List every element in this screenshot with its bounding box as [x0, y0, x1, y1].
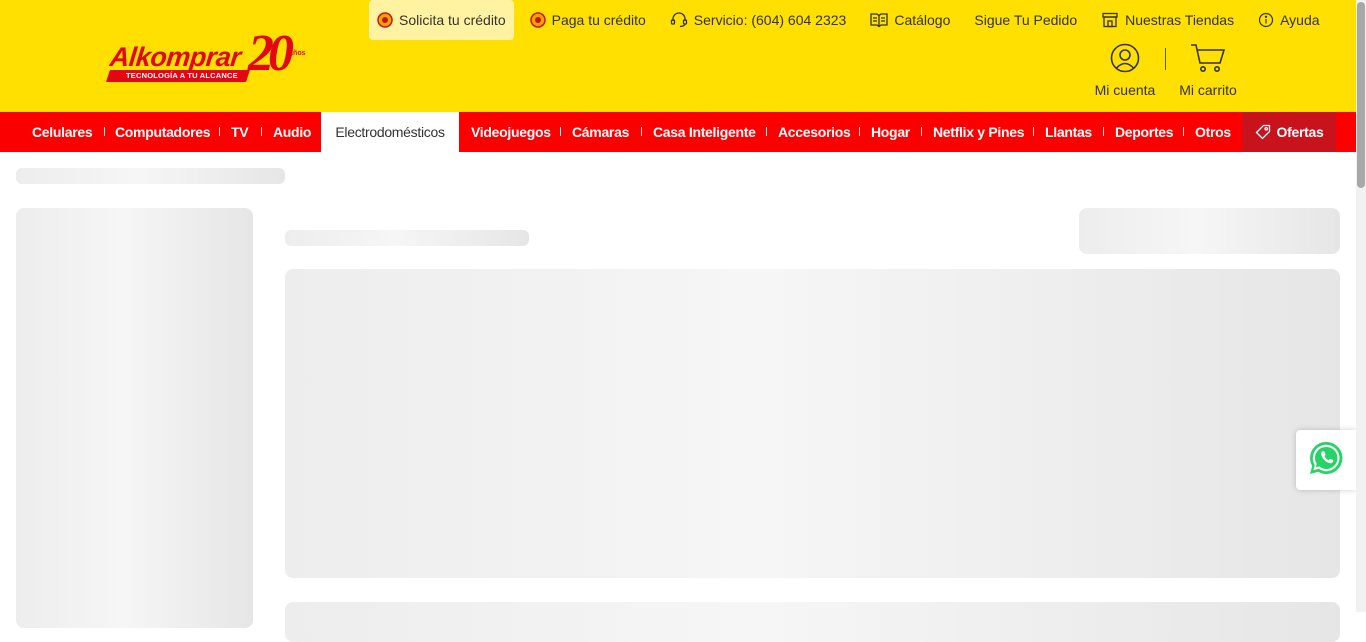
- catalog-link[interactable]: Catálogo: [870, 0, 950, 40]
- category-electrodomesticos[interactable]: Electrodomésticos: [321, 112, 459, 152]
- category-casa-inteligente[interactable]: Casa Inteligente: [653, 112, 756, 152]
- banner-skeleton: [285, 269, 1340, 578]
- anniversary-label: Años: [288, 50, 306, 57]
- request-credit-label: Solicita tu crédito: [399, 12, 506, 28]
- whatsapp-button[interactable]: [1296, 430, 1356, 490]
- category-separator: [921, 127, 922, 136]
- anniversary-number: 20: [248, 25, 294, 82]
- category-tv[interactable]: TV: [231, 112, 249, 152]
- pay-credit-label: Paga tu crédito: [551, 12, 646, 28]
- category-separator: [560, 127, 561, 136]
- category-separator: [766, 127, 767, 136]
- stores-link[interactable]: Nuestras Tiendas: [1101, 0, 1234, 40]
- page-title-skeleton: [285, 230, 529, 246]
- product-grid-skeleton: [285, 602, 1340, 642]
- help-label: Ayuda: [1280, 12, 1320, 28]
- filter-sidebar-skeleton: [16, 208, 253, 628]
- service-phone-label: Servicio: (604) 604 2323: [693, 12, 847, 28]
- credit-badge-icon: [377, 12, 393, 28]
- info-icon: [1258, 12, 1274, 28]
- request-credit-link[interactable]: Solicita tu crédito: [369, 0, 514, 40]
- brand-tagline: TECNOLOGÍA A TU ALCANCE: [126, 71, 238, 80]
- my-cart-label: Mi carrito: [1179, 82, 1237, 98]
- category-netflix-pines[interactable]: Netflix y Pines: [933, 112, 1025, 152]
- track-order-label: Sigue Tu Pedido: [974, 12, 1078, 28]
- top-utility-nav: Solicita tu crédito Paga tu crédito Serv…: [369, 0, 1320, 40]
- my-account-button[interactable]: Mi cuenta: [1092, 43, 1158, 98]
- store-icon: [1101, 12, 1119, 28]
- breadcrumb-skeleton: [16, 168, 285, 184]
- category-separator: [104, 127, 105, 136]
- category-celulares[interactable]: Celulares: [32, 112, 93, 152]
- category-separator: [859, 127, 860, 136]
- user-icon: [1110, 43, 1140, 77]
- help-link[interactable]: Ayuda: [1258, 0, 1320, 40]
- category-accesorios[interactable]: Accesorios: [778, 112, 851, 152]
- category-separator: [261, 127, 262, 136]
- sort-select-skeleton: [1079, 208, 1340, 254]
- service-phone-link[interactable]: Servicio: (604) 604 2323: [670, 0, 847, 40]
- category-videojuegos[interactable]: Videojuegos: [471, 112, 551, 152]
- scrollbar-thumb[interactable]: [1357, 2, 1365, 188]
- category-camaras[interactable]: Cámaras: [572, 112, 629, 152]
- header-divider: [1165, 48, 1166, 70]
- category-llantas[interactable]: Llantas: [1045, 112, 1092, 152]
- catalog-book-icon: [870, 12, 888, 28]
- brand-name: Alkomprar: [108, 42, 243, 72]
- pay-credit-icon: [529, 12, 546, 28]
- category-otros[interactable]: Otros: [1195, 112, 1231, 152]
- my-account-label: Mi cuenta: [1094, 82, 1156, 98]
- category-deportes[interactable]: Deportes: [1115, 112, 1174, 152]
- category-separator: [1033, 127, 1034, 136]
- category-ofertas[interactable]: Ofertas: [1242, 112, 1336, 152]
- category-hogar[interactable]: Hogar: [871, 112, 910, 152]
- category-separator: [1103, 127, 1104, 136]
- pay-credit-link[interactable]: Paga tu crédito: [529, 0, 646, 40]
- category-separator: [1183, 127, 1184, 136]
- whatsapp-icon: [1306, 438, 1346, 483]
- category-separator: [641, 127, 642, 136]
- cart-icon: [1190, 44, 1226, 77]
- my-cart-button[interactable]: Mi carrito: [1176, 43, 1240, 98]
- category-computadores[interactable]: Computadores: [115, 112, 210, 152]
- alkomprar-logo[interactable]: 20 Años Alkomprar TECNOLOGÍA A TU ALCANC…: [106, 25, 322, 86]
- site-header: 20 Años Alkomprar TECNOLOGÍA A TU ALCANC…: [0, 0, 1356, 112]
- category-separator: [219, 127, 220, 136]
- category-ofertas-label: Ofertas: [1276, 124, 1324, 140]
- track-order-link[interactable]: Sigue Tu Pedido: [974, 0, 1077, 40]
- tag-icon: [1255, 115, 1271, 155]
- category-audio[interactable]: Audio: [273, 112, 311, 152]
- headset-icon: [670, 12, 688, 28]
- catalog-label: Catálogo: [894, 12, 951, 28]
- stores-label: Nuestras Tiendas: [1125, 12, 1235, 28]
